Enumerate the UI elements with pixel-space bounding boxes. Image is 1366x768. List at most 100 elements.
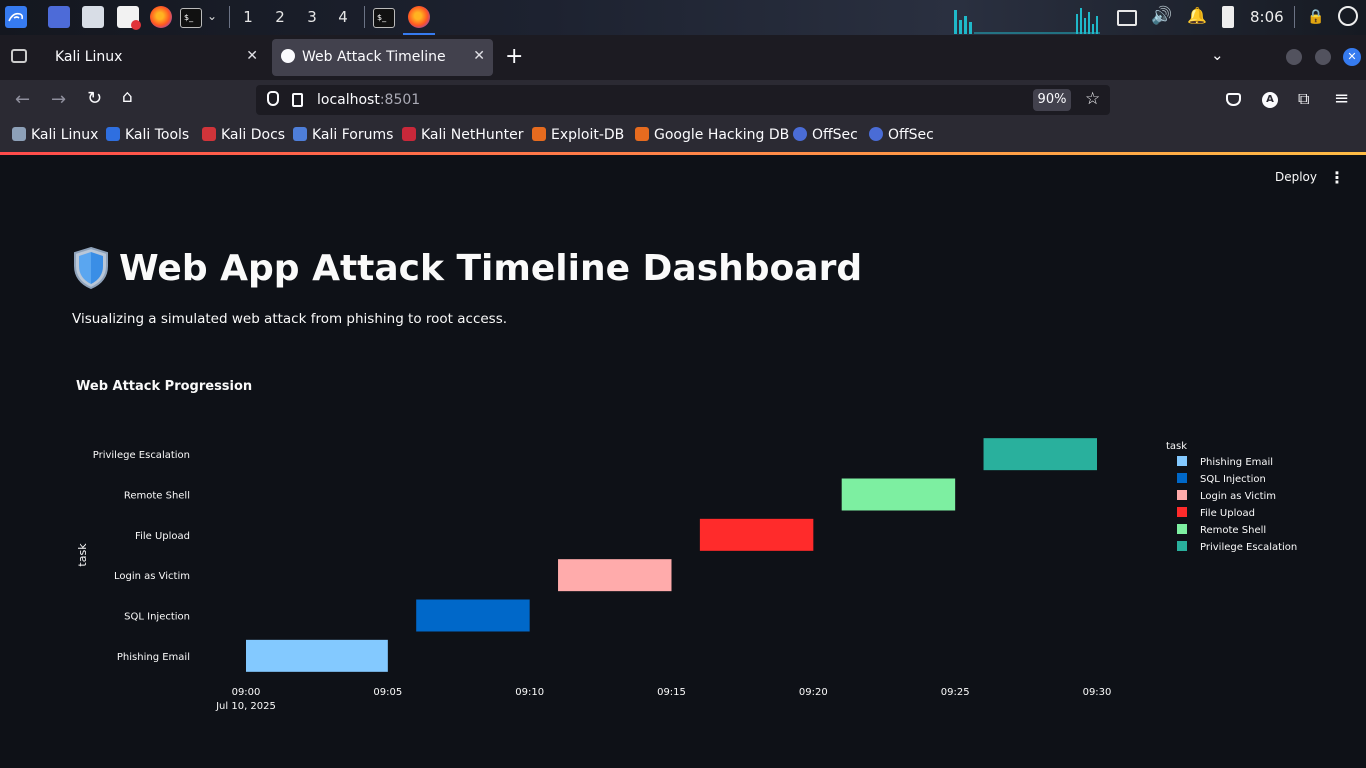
bookmark-kali-tools[interactable]: Kali Tools [106, 127, 189, 145]
bookmark-kali-linux[interactable]: Kali Linux [12, 127, 98, 145]
legend-label: Phishing Email [1200, 457, 1273, 468]
y-tick-label: Login as Victim [114, 571, 190, 582]
workspace-3[interactable]: 3 [297, 0, 327, 35]
volume-icon[interactable]: 🔊 [1151, 6, 1172, 26]
reload-icon[interactable]: ↻ [87, 88, 102, 109]
firefox-window-button[interactable] [403, 0, 435, 35]
y-tick-label: Remote Shell [124, 491, 190, 502]
legend-label: Privilege Escalation [1200, 542, 1297, 553]
y-tick-labels: Phishing Email SQL Injection Login as Vict… [93, 450, 190, 663]
zoom-indicator[interactable]: 90% [1033, 89, 1071, 111]
svg-text:$_: $_ [377, 13, 387, 22]
chevron-down-icon[interactable]: ⌄ [207, 9, 217, 23]
kali-dragon-icon [12, 127, 26, 141]
bookmark-offsec-1[interactable]: OffSec [793, 127, 858, 145]
kali-docs-icon [202, 127, 216, 141]
shield-icon [72, 246, 110, 294]
timeline-bar-login-as-victim[interactable] [558, 559, 672, 592]
pocket-icon[interactable] [1226, 93, 1241, 106]
lock-icon[interactable]: 🔒 [1307, 9, 1324, 25]
workspace-1[interactable]: 1 [233, 0, 263, 37]
legend-swatch [1177, 524, 1187, 534]
timeline-bar-sql-injection[interactable] [416, 599, 530, 632]
legend-item[interactable]: Privilege Escalation [1177, 541, 1297, 553]
cpu-graph-icon [954, 8, 1100, 34]
y-tick-label: Phishing Email [117, 652, 190, 663]
shield-tracking-icon[interactable] [267, 91, 279, 106]
legend-label: Remote Shell [1200, 525, 1266, 536]
terminal-launcher-icon[interactable]: $_ [180, 8, 202, 28]
page-info-icon[interactable] [292, 93, 303, 107]
legend-item[interactable]: Remote Shell [1177, 524, 1266, 536]
bookmark-google-hacking-db[interactable]: Google Hacking DB [635, 127, 789, 145]
kali-forums-icon [293, 127, 307, 141]
tab-web-attack-timeline[interactable]: Web Attack Timeline ✕ [272, 39, 493, 76]
x-axis-date-label: Jul 10, 2025 [215, 701, 276, 712]
workspace-2[interactable]: 2 [265, 0, 295, 35]
show-desktop-icon[interactable] [48, 6, 70, 28]
tab-label: Kali Linux [55, 49, 123, 65]
bookmark-exploit-db[interactable]: Exploit-DB [532, 127, 624, 145]
close-tab-icon[interactable]: ✕ [246, 48, 258, 64]
tab-kali-linux[interactable]: Kali Linux ✕ [44, 39, 266, 76]
bookmark-offsec-2[interactable]: OffSec [869, 127, 934, 145]
url-bar[interactable]: localhost:8501 90% ☆ [256, 85, 1110, 115]
ghdb-icon [635, 127, 649, 141]
x-tick-label: 09:00 [232, 687, 261, 698]
legend-swatch [1177, 507, 1187, 517]
system-taskbar: $_ ⌄ 1 2 3 4 $_ 🔊 🔔 8:06 🔒 [0, 0, 1366, 37]
workspace-4[interactable]: 4 [328, 0, 358, 35]
kali-menu-icon[interactable] [5, 6, 27, 28]
close-window-button[interactable]: ✕ [1343, 48, 1361, 66]
y-tick-label: SQL Injection [124, 612, 190, 623]
bookmark-star-icon[interactable]: ☆ [1085, 89, 1100, 109]
display-icon[interactable] [1117, 10, 1137, 26]
timeline-bar-file-upload[interactable] [699, 518, 814, 551]
home-icon[interactable]: ⌂ [122, 87, 133, 107]
exploit-db-icon [532, 127, 546, 141]
maximize-window-button[interactable] [1315, 49, 1331, 65]
terminal-window-icon[interactable]: $_ [373, 8, 395, 28]
legend-item[interactable]: File Upload [1177, 507, 1255, 519]
more-vertical-icon[interactable]: ⋮ [1329, 168, 1345, 188]
forward-icon[interactable]: → [51, 89, 66, 110]
bookmark-kali-nethunter[interactable]: Kali NetHunter [402, 127, 523, 145]
timeline-bar-remote-shell[interactable] [841, 478, 956, 511]
y-tick-label: Privilege Escalation [93, 450, 190, 461]
new-tab-icon[interactable]: + [505, 44, 523, 69]
legend-item[interactable]: Phishing Email [1177, 456, 1273, 468]
back-icon[interactable]: ← [15, 89, 30, 110]
x-tick-label: 09:20 [799, 687, 828, 698]
list-all-tabs-icon[interactable]: ⌄ [1211, 46, 1224, 64]
firefox-view-icon[interactable] [11, 49, 27, 63]
bookmark-kali-docs[interactable]: Kali Docs [202, 127, 285, 145]
account-avatar[interactable]: A [1262, 92, 1278, 108]
clock[interactable]: 8:06 [1250, 8, 1284, 26]
notification-bell-icon[interactable]: 🔔 [1187, 6, 1207, 25]
kali-tools-icon [106, 127, 120, 141]
power-icon[interactable] [1338, 6, 1358, 26]
text-editor-icon[interactable] [117, 6, 141, 30]
legend-item[interactable]: SQL Injection [1177, 473, 1266, 485]
timeline-bar-privilege-escalation[interactable] [983, 438, 1097, 471]
battery-icon[interactable] [1222, 6, 1234, 28]
bookmark-kali-forums[interactable]: Kali Forums [293, 127, 393, 145]
url-port: :8501 [379, 92, 421, 108]
minimize-window-button[interactable] [1286, 49, 1302, 65]
legend-item[interactable]: Login as Victim [1177, 490, 1276, 502]
deploy-button[interactable]: Deploy [1262, 170, 1330, 188]
extensions-icon[interactable]: ⧉ [1298, 89, 1309, 109]
legend-swatch [1177, 490, 1187, 500]
legend-swatch [1177, 473, 1187, 483]
file-manager-icon[interactable] [82, 6, 104, 28]
chart-legend[interactable]: Phishing Email SQL Injection Login as Vict… [1177, 456, 1297, 553]
offsec-icon [869, 127, 883, 141]
y-tick-label: File Upload [135, 531, 190, 542]
x-tick-label: 09:30 [1083, 687, 1112, 698]
attack-timeline-chart[interactable]: Web Attack Progression task Phishing Ema… [0, 360, 1366, 730]
firefox-launcher-icon[interactable] [150, 6, 172, 28]
app-menu-icon[interactable]: ≡ [1334, 88, 1349, 109]
timeline-bar-phishing-email[interactable] [246, 639, 388, 672]
url-text[interactable]: localhost:8501 [317, 92, 420, 108]
close-tab-icon[interactable]: ✕ [473, 48, 485, 64]
